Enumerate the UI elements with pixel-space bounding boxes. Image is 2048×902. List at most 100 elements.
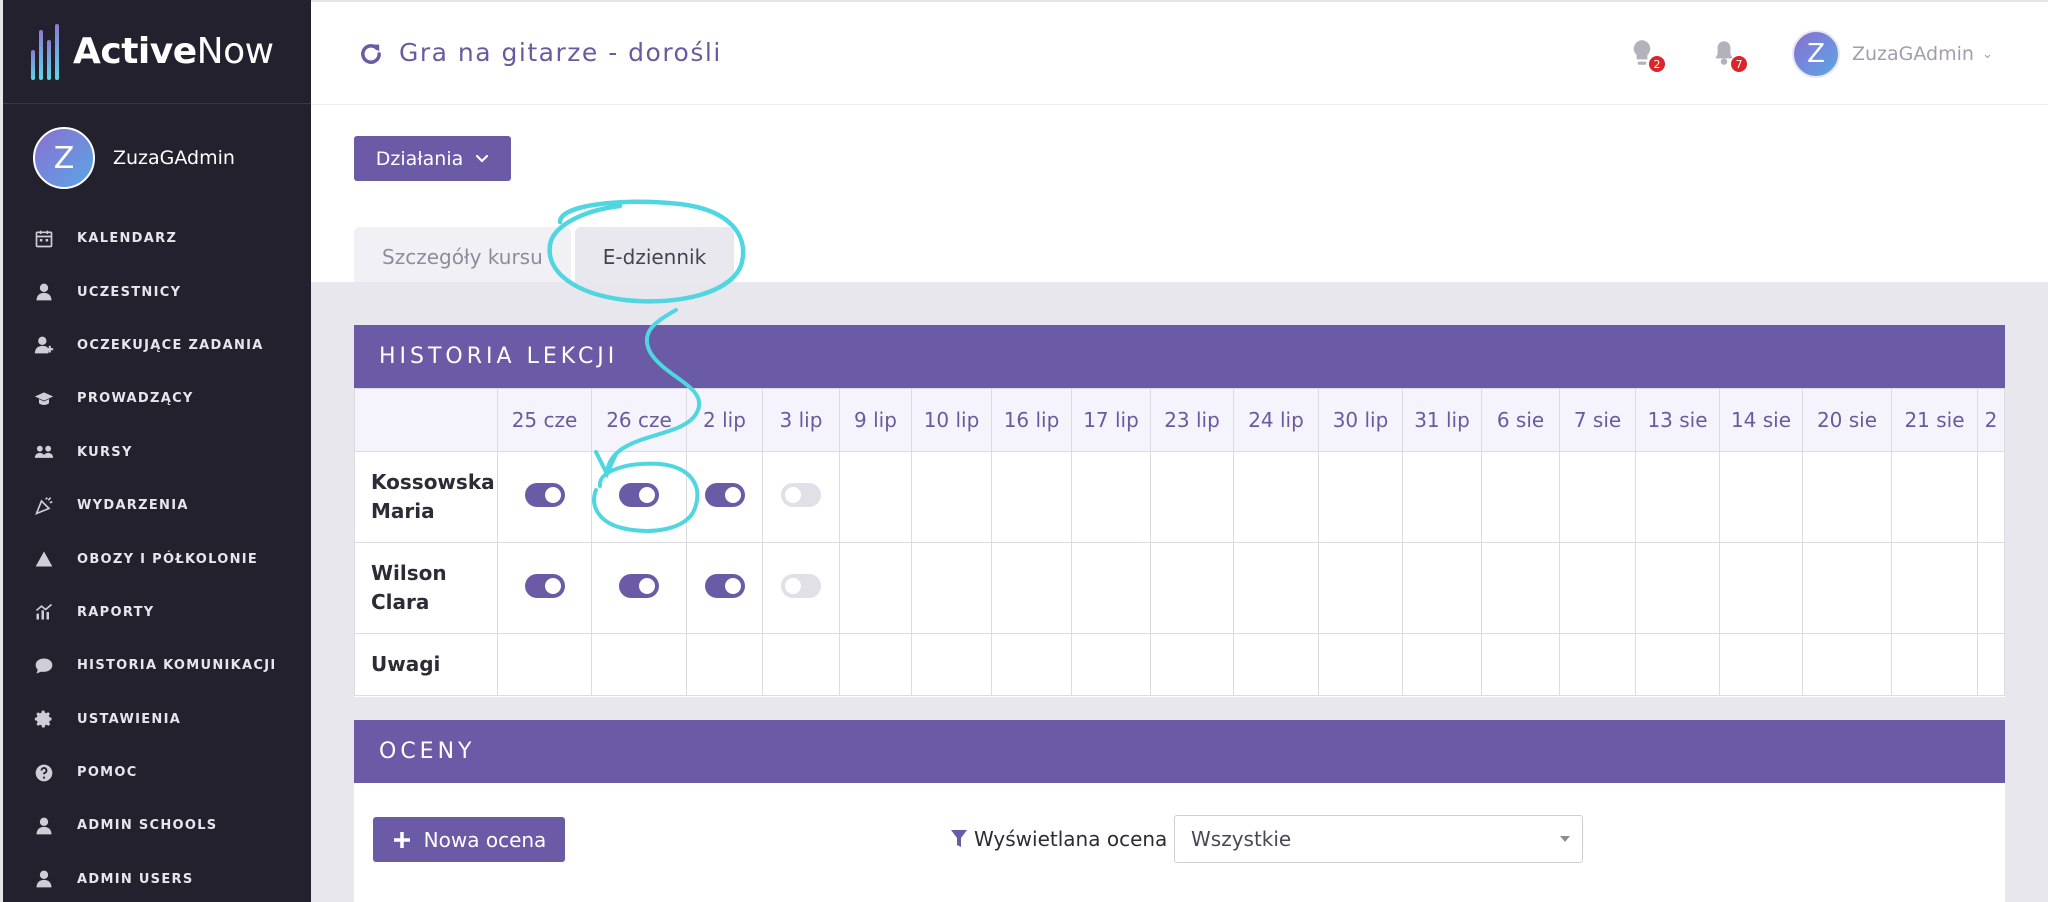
notes-cell[interactable]: [497, 633, 592, 696]
messages-button[interactable]: 2: [1629, 38, 1665, 72]
grades-title: OCENY: [354, 720, 2005, 783]
attendance-cell: [762, 542, 840, 634]
sidebar-item-label: WYDARZENIA: [77, 498, 189, 514]
attendance-cell: [1719, 542, 1803, 634]
notifications-badge: 7: [1731, 56, 1747, 72]
attendance-cell: [1635, 542, 1720, 634]
user-menu[interactable]: Z ZuzaGAdmin ⌄: [1792, 30, 1993, 78]
sidebar-item-label: OCZEKUJĄCE ZADANIA: [77, 337, 264, 353]
attendance-cell: [1071, 542, 1151, 634]
date-header: 9 lip: [839, 388, 912, 452]
notes-cell[interactable]: [591, 633, 687, 696]
notes-cell[interactable]: [1891, 633, 1978, 696]
notes-cell[interactable]: [1071, 633, 1151, 696]
attendance-cell: [839, 451, 912, 543]
messages-badge: 2: [1649, 56, 1665, 72]
notes-cell[interactable]: [762, 633, 840, 696]
attendance-cell: [1150, 542, 1234, 634]
notes-label: Uwagi: [354, 633, 498, 696]
attendance-cell: [1481, 451, 1560, 543]
notes-cell[interactable]: [1719, 633, 1803, 696]
sidebar-item-prowadzący[interactable]: PROWADZĄCY: [3, 372, 311, 425]
sidebar-item-label: USTAWIENIA: [77, 711, 182, 727]
actions-dropdown-button[interactable]: Działania: [354, 136, 511, 181]
sidebar-item-ustawienia[interactable]: USTAWIENIA: [3, 693, 311, 746]
user-icon: [33, 281, 55, 303]
attendance-toggle[interactable]: [704, 483, 745, 507]
sidebar-item-oczekujące-zadania[interactable]: OCZEKUJĄCE ZADANIA: [3, 319, 311, 372]
chevron-down-icon: ⌄: [1981, 46, 1993, 62]
sidebar-item-obozy-i-półkolonie[interactable]: OBOZY I PÓŁKOLONIE: [3, 532, 311, 585]
refresh-icon[interactable]: [357, 40, 385, 68]
bar-chart-icon: [33, 601, 55, 623]
notes-cell[interactable]: [991, 633, 1072, 696]
notes-cell[interactable]: [686, 633, 763, 696]
attendance-toggle[interactable]: [619, 483, 659, 507]
user-icon: [33, 868, 55, 890]
help-icon: [33, 762, 55, 784]
notes-cell[interactable]: [1559, 633, 1636, 696]
notes-cell[interactable]: [1402, 633, 1482, 696]
date-header: 14 sie: [1719, 388, 1803, 452]
date-header: 17 lip: [1071, 388, 1151, 452]
notes-cell[interactable]: [1481, 633, 1560, 696]
sidebar-item-label: HISTORIA KOMUNIKACJI: [77, 658, 277, 674]
attendance-cell: [591, 451, 687, 543]
sidebar-item-label: KALENDARZ: [77, 231, 178, 247]
top-header: Gra na gitarze - dorośli 2 7 Z ZuzaGAdmi…: [311, 0, 2048, 105]
new-grade-button[interactable]: Nowa ocena: [373, 817, 565, 862]
attendance-toggle[interactable]: [524, 483, 565, 507]
grade-filter-select[interactable]: Wszystkie: [1174, 815, 1583, 863]
sidebar: ActiveNow Z ZuzaGAdmin KALENDARZ UCZESTNI…: [0, 0, 311, 902]
sidebar-item-wydarzenia[interactable]: WYDARZENIA: [3, 479, 311, 532]
sidebar-item-uczestnicy[interactable]: UCZESTNICY: [3, 265, 311, 318]
sidebar-item-label: RAPORTY: [77, 604, 155, 620]
date-header: 25 cze: [497, 388, 592, 452]
actions-label: Działania: [375, 147, 464, 170]
attendance-cell: [1719, 451, 1803, 543]
notes-cell[interactable]: [911, 633, 992, 696]
date-header: 31 lip: [1402, 388, 1482, 452]
sidebar-item-pomoc[interactable]: POMOC: [3, 746, 311, 799]
sidebar-item-label: UCZESTNICY: [77, 284, 182, 300]
attendance-toggle[interactable]: [781, 483, 821, 507]
filter-icon: [951, 830, 967, 847]
attendance-toggle[interactable]: [781, 574, 821, 598]
attendance-toggle[interactable]: [704, 574, 745, 598]
chat-icon: [33, 655, 55, 677]
sidebar-user[interactable]: Z ZuzaGAdmin: [3, 104, 311, 212]
chevron-down-icon: [476, 154, 489, 163]
sidebar-item-kursy[interactable]: KURSY: [3, 426, 311, 479]
sidebar-item-admin-schools[interactable]: ADMIN SCHOOLS: [3, 799, 311, 852]
user-plus-icon: [33, 334, 55, 356]
attendance-cell: [1233, 542, 1319, 634]
attendance-toggle[interactable]: [524, 574, 565, 598]
tab-course-details[interactable]: Szczegóły kursu: [354, 227, 571, 287]
notes-cell[interactable]: [839, 633, 912, 696]
sidebar-item-historia-komunikacji[interactable]: HISTORIA KOMUNIKACJI: [3, 639, 311, 692]
new-grade-label: Nowa ocena: [423, 827, 547, 852]
notes-cell[interactable]: [1635, 633, 1720, 696]
date-header: 13 sie: [1635, 388, 1720, 452]
attendance-cell: [1891, 451, 1978, 543]
sidebar-item-admin-users[interactable]: ADMIN USERS: [3, 853, 311, 902]
notes-cell[interactable]: [1802, 633, 1892, 696]
logo[interactable]: ActiveNow: [3, 0, 311, 104]
attendance-cell: [1802, 451, 1892, 543]
sidebar-item-kalendarz[interactable]: KALENDARZ: [3, 212, 311, 265]
user-name: ZuzaGAdmin: [1852, 43, 1974, 65]
attendance-cell: [1977, 542, 2005, 634]
date-header: 2: [1977, 388, 2005, 452]
sidebar-item-raporty[interactable]: RAPORTY: [3, 586, 311, 639]
date-header: 30 lip: [1318, 388, 1403, 452]
notes-cell[interactable]: [1977, 633, 2005, 696]
attendance-cell: [1318, 451, 1403, 543]
notes-cell[interactable]: [1233, 633, 1319, 696]
notifications-button[interactable]: 7: [1711, 38, 1747, 72]
notes-cell[interactable]: [1150, 633, 1234, 696]
logo-mark-icon: [31, 23, 59, 80]
notes-cell[interactable]: [1318, 633, 1403, 696]
avatar: Z: [33, 127, 95, 189]
attendance-toggle[interactable]: [619, 574, 659, 598]
tab-e-journal[interactable]: E-dziennik: [574, 227, 735, 287]
